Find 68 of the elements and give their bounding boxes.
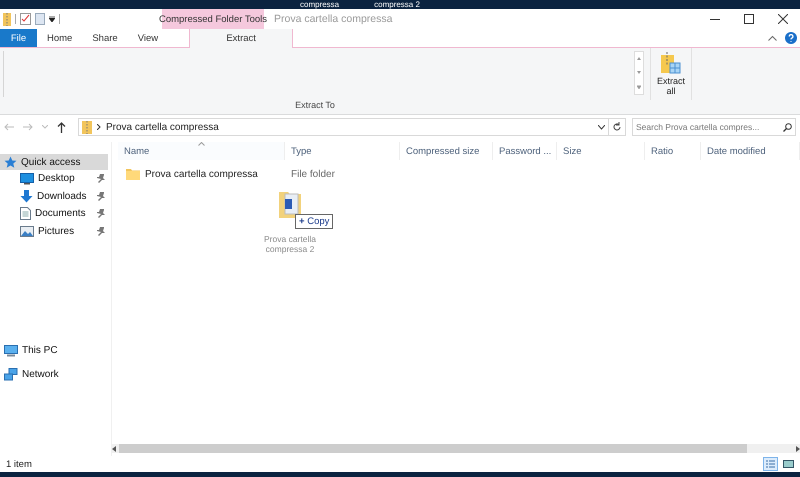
sidebar-item[interactable]: Downloads: [0, 188, 111, 205]
scroll-right-icon[interactable]: [796, 446, 800, 452]
column-header[interactable]: Date modified: [701, 142, 800, 160]
ribbon-tab[interactable]: Home: [37, 29, 82, 47]
maximize-icon[interactable]: [744, 14, 754, 24]
ribbon-tab[interactable]: Extract: [189, 29, 294, 48]
details-view-button[interactable]: [763, 457, 778, 471]
address-bar[interactable]: Prova cartella compressa: [78, 118, 609, 136]
desktop-icon-label: compressa: [300, 0, 340, 9]
large-icons-view-button[interactable]: [781, 457, 796, 471]
file-name-cell[interactable]: Prova cartella compressa: [118, 165, 285, 183]
extract-all-button[interactable]: Extract all: [654, 52, 688, 96]
column-header[interactable]: Password ...: [493, 142, 557, 160]
column-header[interactable]: Name: [118, 142, 285, 160]
scroll-up-icon[interactable]: [637, 57, 641, 60]
column-header[interactable]: Size: [557, 142, 645, 160]
desktop-icon-label: compressa 2: [374, 0, 420, 9]
computer-icon: [4, 344, 18, 357]
picture-icon: [783, 460, 794, 468]
help-icon[interactable]: [785, 32, 797, 44]
sidebar-item[interactable]: Documents: [0, 205, 111, 222]
dropdown-icon[interactable]: [49, 16, 55, 22]
ribbon-tab[interactable]: View: [128, 29, 168, 47]
zip-folder-document-icon: [279, 190, 301, 218]
item-count: 1 item: [6, 458, 32, 470]
scrollbar-thumb[interactable]: [119, 444, 747, 453]
chevron-right-icon: [97, 124, 101, 130]
pin-icon[interactable]: [97, 174, 105, 184]
drag-copy-tooltip: + Copy: [295, 214, 334, 229]
ribbon-group-label: Extract To: [295, 100, 335, 112]
sidebar-item[interactable]: Desktop: [0, 170, 111, 188]
sidebar-item[interactable]: Quick access: [0, 154, 108, 170]
pin-icon[interactable]: [97, 226, 105, 236]
monitor-icon: [20, 172, 34, 185]
file-type-cell-text: File folder: [290, 168, 336, 182]
ribbon-tab[interactable]: Share: [82, 29, 128, 47]
sidebar-item[interactable]: This PC: [0, 342, 111, 360]
list-icon: [766, 460, 775, 468]
sidebar-item[interactable]: Pictures: [0, 222, 111, 240]
column-header[interactable]: Ratio: [645, 142, 701, 160]
network-icon: [4, 368, 18, 381]
expand-icon[interactable]: [637, 84, 641, 89]
scroll-down-icon[interactable]: [637, 70, 641, 74]
refresh-icon[interactable]: [608, 118, 626, 136]
scroll-left-icon[interactable]: [112, 446, 116, 452]
ribbon-tab[interactable]: File: [0, 29, 37, 47]
up-arrow-icon[interactable]: [57, 122, 66, 132]
checkmark-document-icon[interactable]: [20, 13, 31, 25]
download-arrow-icon: [20, 190, 33, 203]
pin-icon[interactable]: [97, 192, 105, 201]
picture-icon: [20, 226, 34, 237]
sidebar-item[interactable]: Network: [0, 366, 111, 383]
star-icon: [4, 156, 17, 168]
chevron-down-icon: [598, 124, 605, 130]
folder-icon: [126, 168, 140, 180]
column-header[interactable]: Compressed size: [400, 142, 493, 160]
search-icon: [783, 122, 792, 132]
chevron-up-icon[interactable]: [768, 35, 777, 41]
close-icon[interactable]: [778, 14, 788, 24]
sort-caret-icon: [198, 142, 205, 146]
zip-folder-icon: [82, 120, 92, 134]
column-header[interactable]: Type: [285, 142, 400, 160]
zip-folder-icon: [661, 52, 681, 76]
dragged-file-label: Prova cartella compressa 2: [263, 234, 317, 254]
pin-icon[interactable]: [97, 209, 105, 218]
zip-folder-icon[interactable]: [3, 12, 11, 26]
search-field[interactable]: Search Prova cartella compres...: [632, 118, 796, 136]
document-icon: [20, 207, 31, 220]
